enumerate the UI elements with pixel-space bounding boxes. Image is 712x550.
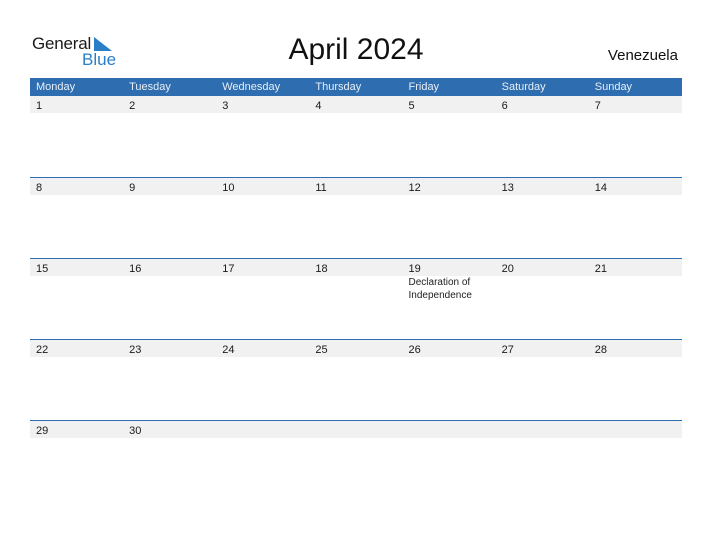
- weeks-container: 1 2 3 4 5 6 7 8 9 10 11 12 13 14 15 16 17 18 19 Declaration…: [30, 96, 682, 501]
- day-number: 4: [315, 100, 322, 112]
- day-cell: 23: [123, 340, 216, 357]
- day-number: 19: [408, 263, 421, 275]
- day-cell: [216, 421, 309, 438]
- day-cell: [496, 421, 589, 438]
- day-cell: 8: [30, 178, 123, 195]
- day-number: 9: [129, 182, 136, 194]
- weekday-thursday: Thursday: [315, 81, 362, 93]
- week-row: 8 9 10 11 12 13 14: [30, 177, 682, 258]
- day-cell: 6: [496, 96, 589, 113]
- day-number: 6: [501, 100, 508, 112]
- day-number: 2: [129, 100, 136, 112]
- day-cell: 2: [123, 96, 216, 113]
- day-number: 15: [36, 263, 49, 275]
- day-number: 7: [594, 100, 601, 112]
- date-strip: 29 30: [30, 421, 682, 438]
- holiday-label: Declaration of Independence: [408, 277, 472, 301]
- day-number: 3: [222, 100, 229, 112]
- day-cell: [309, 421, 402, 438]
- day-cell: 12: [403, 178, 496, 195]
- day-number: 16: [129, 263, 142, 275]
- day-number: 14: [594, 182, 607, 194]
- day-cell: 5: [403, 96, 496, 113]
- weekday-sunday: Sunday: [594, 81, 633, 93]
- date-strip: 15 16 17 18 19 Declaration of Independence 20 2…: [30, 259, 682, 301]
- day-cell: 1: [30, 96, 123, 113]
- country-label: Venezuela: [607, 47, 678, 64]
- date-strip: 8 9 10 11 12 13 14: [30, 178, 682, 195]
- weekday-friday: Friday: [408, 81, 440, 93]
- day-cell: 21: [589, 259, 682, 276]
- day-cell: 25: [309, 340, 402, 357]
- day-cell: 17: [216, 259, 309, 276]
- day-number: 12: [408, 182, 421, 194]
- day-cell: 9: [123, 178, 216, 195]
- date-strip: 1 2 3 4 5 6 7: [30, 96, 682, 113]
- day-number: 5: [408, 100, 415, 112]
- day-number: 17: [222, 263, 235, 275]
- day-cell: 10: [216, 178, 309, 195]
- day-cell: 4: [309, 96, 402, 113]
- day-number: 20: [501, 263, 514, 275]
- date-strip: 22 23 24 25 26 27 28: [30, 340, 682, 357]
- day-number: 28: [594, 344, 607, 356]
- weekday-saturday: Saturday: [501, 81, 546, 93]
- day-cell: 7: [589, 96, 682, 113]
- day-number: 29: [36, 425, 49, 437]
- day-cell: 3: [216, 96, 309, 113]
- day-number: 27: [501, 344, 514, 356]
- day-cell: 13: [496, 178, 589, 195]
- calendar-grid: Monday Tuesday Wednesday Thursday Friday…: [30, 78, 682, 501]
- day-number: 25: [315, 344, 328, 356]
- day-cell: 19 Declaration of Independence: [403, 259, 496, 301]
- weekday-tuesday: Tuesday: [129, 81, 171, 93]
- day-number: 18: [315, 263, 328, 275]
- day-number: 21: [594, 263, 607, 275]
- day-cell: 16: [123, 259, 216, 276]
- day-number: 23: [129, 344, 142, 356]
- day-cell: 27: [496, 340, 589, 357]
- week-row: 29 30: [30, 420, 682, 501]
- week-row: 1 2 3 4 5 6 7: [30, 96, 682, 177]
- day-number: 26: [408, 344, 421, 356]
- day-number: 30: [129, 425, 142, 437]
- day-number: 1: [36, 100, 43, 112]
- day-cell: 18: [309, 259, 402, 276]
- day-number: 10: [222, 182, 235, 194]
- day-number: 24: [222, 344, 235, 356]
- calendar-title: April 2024: [288, 33, 424, 66]
- day-cell: 15: [30, 259, 123, 276]
- week-row: 15 16 17 18 19 Declaration of Independence 20 2…: [30, 258, 682, 339]
- day-cell: 26: [403, 340, 496, 357]
- day-number: 11: [315, 182, 327, 194]
- weekday-monday: Monday: [36, 81, 76, 93]
- day-cell: 11: [309, 178, 402, 195]
- weekday-header-row: Monday Tuesday Wednesday Thursday Friday…: [30, 78, 682, 96]
- day-cell: [403, 421, 496, 438]
- day-cell: [589, 421, 682, 438]
- day-number: 13: [501, 182, 514, 194]
- day-cell: 20: [496, 259, 589, 276]
- day-number: 8: [36, 182, 43, 194]
- day-cell: 28: [589, 340, 682, 357]
- day-cell: 14: [589, 178, 682, 195]
- day-cell: 29: [30, 421, 123, 438]
- day-cell: 24: [216, 340, 309, 357]
- week-row: 22 23 24 25 26 27 28: [30, 339, 682, 420]
- weekday-wednesday: Wednesday: [222, 81, 281, 93]
- day-cell: 30: [123, 421, 216, 438]
- day-cell: 22: [30, 340, 123, 357]
- day-number: 22: [36, 344, 49, 356]
